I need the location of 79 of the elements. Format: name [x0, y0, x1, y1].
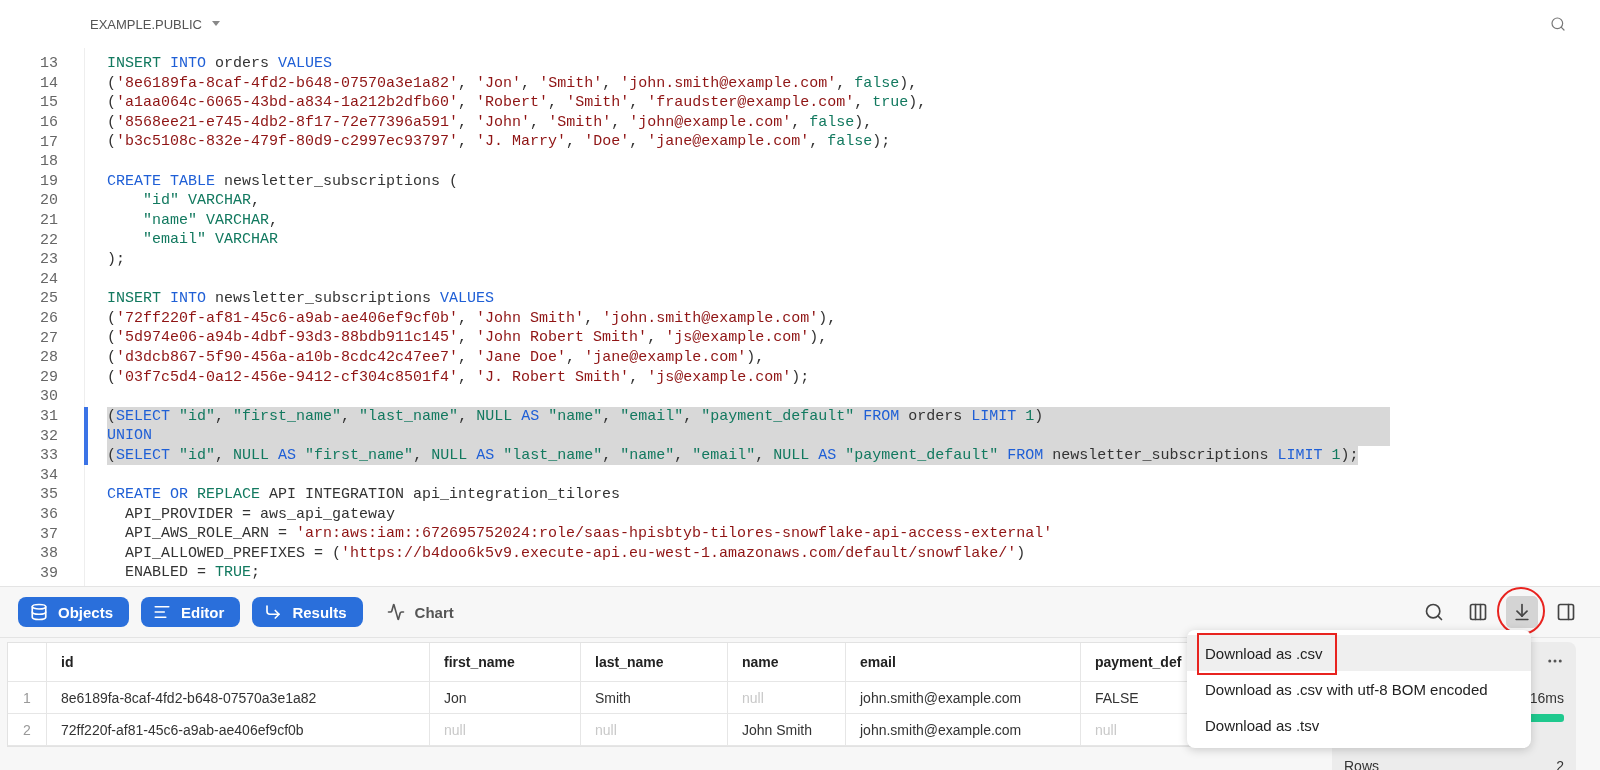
code-line: INSERT INTO newsletter_subscriptions VALUES	[107, 289, 495, 309]
column-header[interactable]: name	[728, 643, 846, 682]
view-toggle-button[interactable]: Chart	[374, 597, 470, 627]
code-line: ('8568ee21-e745-4db2-8f17-72e77396a591', 'John', 'Smith', 'john@example.com', false),	[107, 112, 873, 133]
line-number: 38	[39, 545, 58, 563]
code-line: ('a1aa064c-6065-43bd-a834-1a212b2dfb60', 'Robert', 'Smith', 'fraudster@example.com', true),	[107, 93, 927, 113]
duration-text: 16ms	[1529, 690, 1564, 706]
table-cell: Jon	[430, 682, 581, 714]
row-number: 1	[8, 682, 47, 714]
code-line: CREATE OR REPLACE API INTEGRATION api_integration_tilores	[107, 485, 621, 505]
line-number: 31	[39, 408, 58, 425]
menu-item[interactable]: Download as .csv	[1187, 635, 1531, 671]
caret-icon	[212, 21, 220, 27]
line-number: 34	[39, 466, 58, 484]
download-icon	[1512, 602, 1532, 622]
code-line: ENABLED = TRUE;	[124, 563, 261, 584]
code-line: API_PROVIDER = aws_api_gateway	[124, 504, 396, 525]
view-toggle-button[interactable]: Results	[252, 597, 363, 627]
row-number: 2	[8, 714, 47, 746]
line-number: 36	[39, 505, 58, 523]
line-number: 32	[39, 427, 58, 445]
view-icon	[153, 603, 172, 621]
view-icon	[386, 603, 405, 621]
code-line: "id" VARCHAR,	[142, 191, 261, 211]
view-toggle-button[interactable]: Objects	[18, 597, 130, 627]
table-cell: john.smith@example.com	[846, 714, 1081, 746]
line-number: 20	[39, 192, 58, 210]
column-header[interactable]: first_name	[430, 643, 581, 682]
panel-icon	[1556, 602, 1576, 622]
code-line: INSERT INTO orders VALUES	[107, 54, 333, 74]
schema-selector[interactable]: EXAMPLE.PUBLIC	[90, 16, 220, 32]
code-line: API_ALLOWED_PREFIXES = ('https://b4doo6k5v9.execute-api.eu-west-1.amazonaws.com/default/snowflake/')	[124, 543, 1026, 564]
line-number: 19	[39, 172, 58, 190]
line-number: 14	[39, 74, 58, 92]
line-number: 17	[39, 133, 58, 151]
view-icon	[264, 603, 283, 621]
line-number: 13	[39, 55, 58, 73]
code-line: ('b3c5108c-832e-479f-80d9-c2997ec93797', 'J. Marry', 'Doe', 'jane@example.com', false);	[107, 132, 891, 152]
code-line: "name" VARCHAR,	[142, 210, 279, 231]
line-number: 16	[39, 114, 58, 132]
line-number: 15	[39, 94, 58, 112]
line-number: 25	[39, 290, 58, 308]
line-number: 28	[39, 349, 58, 367]
line-number: 26	[39, 310, 58, 327]
table-cell: 8e6189fa-8caf-4fd2-b648-07570a3e1a82	[47, 682, 430, 714]
line-number: 22	[39, 231, 58, 249]
line-number: 24	[39, 270, 58, 288]
code-line: ('03f7c5d4-0a12-456e-9412-cf304c8501f4', 'J. Robert Smith', 'js@example.com');	[107, 367, 810, 388]
code-line: ('8e6189fa-8caf-4fd2-b648-07570a3e1a82', 'Jon', 'Smith', 'john.smith@example.com', false),	[107, 73, 918, 94]
line-number: 27	[39, 329, 58, 347]
line-number: 21	[39, 212, 58, 230]
columns-icon	[1468, 602, 1488, 622]
search-icon[interactable]	[1550, 16, 1566, 32]
column-header[interactable]: last_name	[581, 643, 728, 682]
table-cell: 72ff220f-af81-45c6-a9ab-ae406ef9cf0b	[47, 714, 430, 746]
code-line: );	[107, 249, 125, 270]
download-button[interactable]	[1506, 596, 1538, 628]
line-number: 18	[39, 153, 58, 171]
table-cell: john.smith@example.com	[846, 682, 1081, 714]
column-header[interactable]: id	[47, 643, 430, 682]
line-number: 35	[39, 486, 58, 504]
search-icon	[1424, 602, 1444, 622]
line-number: 30	[39, 388, 58, 406]
line-number: 37	[39, 525, 58, 543]
code-line: CREATE TABLE newsletter_subscriptions (	[107, 171, 459, 192]
line-number: 39	[39, 564, 58, 582]
table-cell: John Smith	[728, 714, 846, 746]
line-number: 29	[39, 368, 58, 386]
view-icon	[30, 603, 48, 621]
code-line: ('72ff220f-af81-45c6-a9ab-ae406ef9cf0b', 'John Smith', 'john.smith@example.com'),	[107, 308, 837, 329]
line-number: 33	[39, 447, 58, 465]
column-header[interactable]: email	[846, 643, 1081, 682]
code-line: API_AWS_ROLE_ARN = 'arn:aws:iam::672695752024:role/saas-hpisbtyb-tilores-snowflake-api-access-external'	[124, 524, 1053, 544]
code-line: ('5d974e06-a94b-4dbf-93d3-88bdb911c145', 'John Robert Smith', 'js@example.com'),	[107, 328, 828, 348]
view-toggle-button[interactable]: Editor	[141, 597, 241, 627]
code-line: "email" VARCHAR	[142, 230, 279, 250]
table-cell: Smith	[581, 682, 728, 714]
code-line: ('d3dcb867-5f90-456a-a10b-8cdc42c47ee7', 'Jane Doe', 'jane@example.com'),	[107, 347, 765, 368]
line-number: 23	[39, 251, 58, 269]
